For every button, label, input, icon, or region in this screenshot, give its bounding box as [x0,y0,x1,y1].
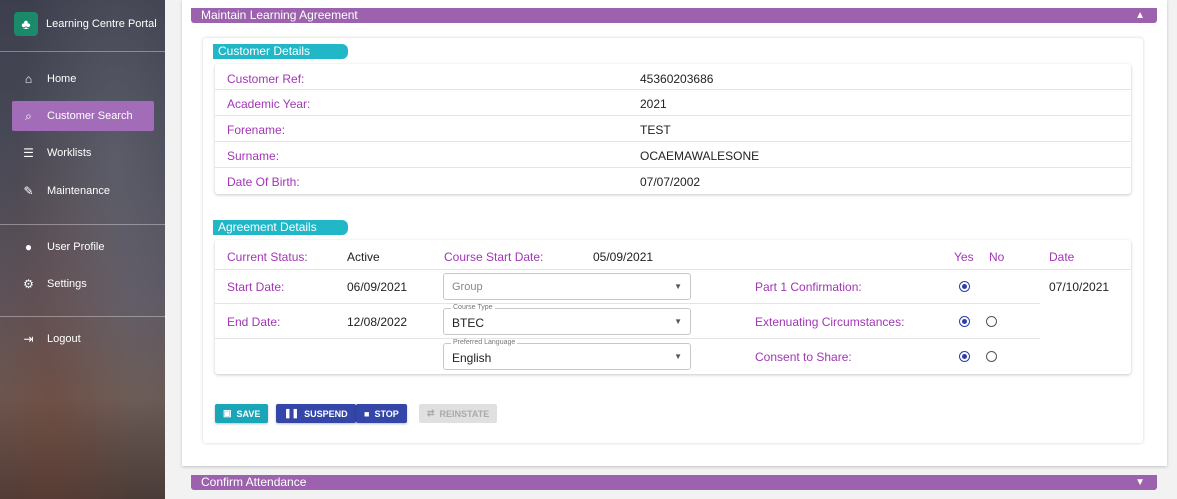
sidebar-divider [0,224,165,225]
list-icon: ☰ [23,146,34,160]
field-label: Academic Year: [227,97,311,111]
sidebar-divider [0,316,165,317]
column-header-yes: Yes [954,250,974,264]
part1-yes-radio[interactable] [959,281,970,292]
sidebar-item-settings[interactable]: ⚙ Settings [12,269,154,299]
dob-value: 07/07/2002 [640,175,701,189]
reinstate-button-label: REINSTATE [439,408,490,419]
brand-title: Learning Centre Portal [46,18,157,30]
group-placeholder: Group [452,281,483,293]
surname-value: OCAEMAWALESONE [640,149,760,163]
table-row: Forename: TEST [215,116,1131,142]
sidebar-item-customer-search[interactable]: ⌕ Customer Search [12,101,154,131]
language-select[interactable]: Preferred Language English ▼ [443,339,691,370]
panel-title: Confirm Attendance [201,475,307,489]
user-icon: ● [24,240,33,254]
customer-ref-value: 45360203686 [640,72,714,86]
table-row: Date Of Birth: 07/07/2002 [215,168,1131,194]
group-select[interactable]: Group ▼ [443,273,691,300]
part1-date-value: 07/10/2021 [1049,280,1110,294]
chevron-down-icon[interactable]: ▼ [1135,475,1145,490]
field-label: Course Start Date: [444,250,544,264]
sidebar-item-label: Home [47,73,77,85]
save-button[interactable]: ▣ SAVE [215,404,269,423]
dropdown-arrow-icon: ▼ [674,352,682,361]
confirmation-label: Extenuating Circumstances: [755,315,905,329]
suspend-button-label: SUSPEND [304,408,348,419]
sidebar-item-label: Logout [47,333,81,345]
customer-details-box: Customer Ref: 45360203686 Academic Year:… [215,64,1131,194]
tree-logo-icon: ♣ [14,12,38,36]
column-header-date: Date [1049,250,1075,264]
start-date-value: 06/09/2021 [347,280,408,294]
sidebar-item-worklists[interactable]: ☰ Worklists [12,138,154,168]
dropdown-arrow-icon: ▼ [674,317,682,326]
field-label: Start Date: [227,280,285,294]
course-start-value: 05/09/2021 [593,250,654,264]
extenuating-no-radio[interactable] [986,316,997,327]
save-icon: ▣ [223,408,232,418]
confirmation-label: Part 1 Confirmation: [755,280,862,294]
table-row: Surname: OCAEMAWALESONE [215,142,1131,168]
table-row: Academic Year: 2021 [215,90,1131,116]
chevron-up-icon[interactable]: ▲ [1135,8,1145,23]
suspend-button[interactable]: ❚❚ SUSPEND [276,404,356,423]
consent-no-radio[interactable] [986,351,997,362]
language-caption: Preferred Language [451,339,518,346]
field-label: Current Status: [227,250,308,264]
field-label: Date Of Birth: [227,175,300,189]
academic-year-value: 2021 [640,97,667,111]
panel-header-confirm-attendance[interactable]: Confirm Attendance ▼ [191,475,1157,490]
dropdown-arrow-icon: ▼ [674,282,682,291]
field-label: End Date: [227,315,281,329]
end-date-value: 12/08/2022 [347,315,408,329]
sidebar-item-home[interactable]: ⌂ Home [12,64,154,94]
panel-title: Maintain Learning Agreement [201,8,358,22]
course-type-caption: Course Type [451,304,495,311]
sidebar-item-label: Customer Search [47,110,133,122]
column-header-no: No [989,250,1005,264]
stop-button[interactable]: ■ STOP [356,404,407,423]
section-title-agreement: Agreement Details [213,220,348,235]
section-title-customer: Customer Details [213,44,348,59]
search-icon: ⌕ [25,108,32,123]
course-type-value: BTEC [452,316,485,330]
repeat-icon: ⇄ [427,408,435,418]
confirmation-label: Consent to Share: [755,350,852,364]
table-row: Current Status: Active Course Start Date… [215,240,1131,270]
panel-header-maintain-agreement[interactable]: Maintain Learning Agreement ▲ [191,8,1157,23]
sidebar-item-label: Settings [47,278,87,290]
table-row: Customer Ref: 45360203686 [215,64,1131,90]
wrench-icon: ✎ [23,184,34,198]
sidebar: ♣ Learning Centre Portal ⌂ Home ⌕ Custom… [0,0,165,499]
reinstate-button[interactable]: ⇄ REINSTATE [419,404,498,423]
sidebar-divider [0,51,165,52]
stop-button-label: STOP [374,408,399,419]
brand[interactable]: ♣ Learning Centre Portal [14,12,157,36]
forename-value: TEST [640,123,671,137]
sidebar-item-maintenance[interactable]: ✎ Maintenance [12,176,154,206]
stop-icon: ■ [364,408,370,419]
save-button-label: SAVE [236,408,261,419]
sidebar-item-label: Worklists [47,147,92,159]
extenuating-yes-radio[interactable] [959,316,970,327]
sidebar-item-label: User Profile [47,241,105,253]
sidebar-item-user-profile[interactable]: ● User Profile [12,232,154,262]
language-value: English [452,351,492,365]
field-label: Customer Ref: [227,72,305,86]
sidebar-item-logout[interactable]: ⇥ Logout [12,324,154,354]
status-value: Active [347,250,380,264]
consent-yes-radio[interactable] [959,351,970,362]
gear-icon: ⚙ [23,277,34,291]
sidebar-item-label: Maintenance [47,185,110,197]
home-icon: ⌂ [24,72,33,86]
field-label: Forename: [227,123,286,137]
course-type-select[interactable]: Course Type BTEC ▼ [443,304,691,335]
field-label: Surname: [227,149,280,163]
pause-icon: ❚❚ [284,408,300,418]
logout-icon: ⇥ [23,332,34,346]
